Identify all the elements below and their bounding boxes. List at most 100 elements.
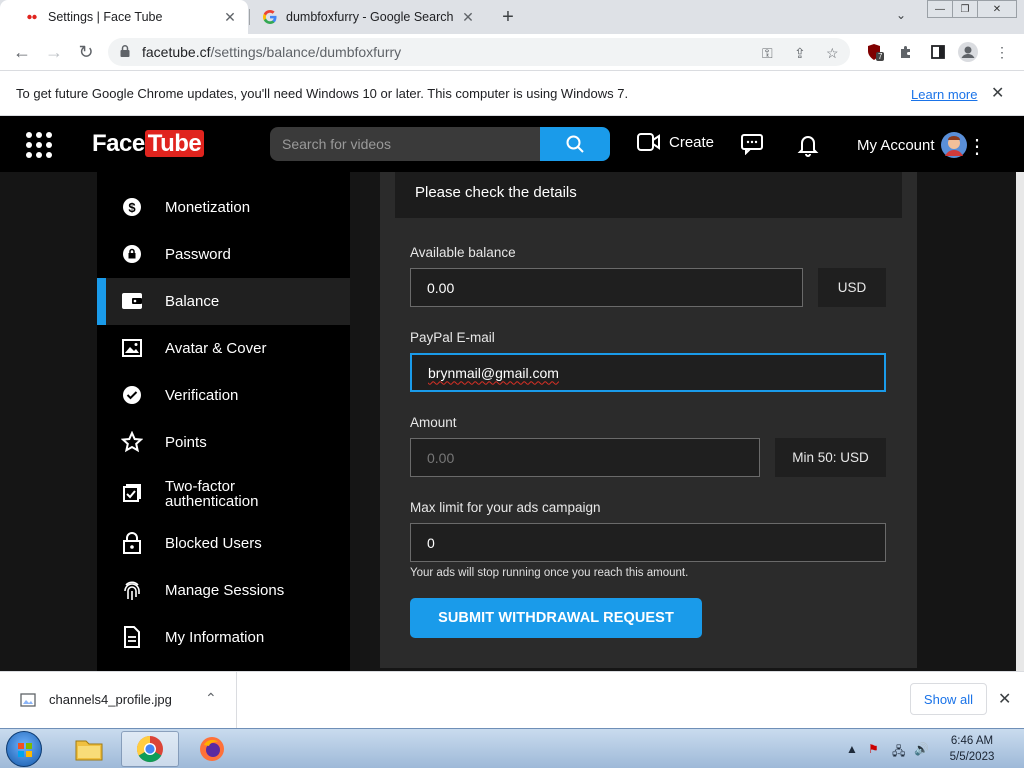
lock-icon — [121, 243, 143, 265]
balance-currency-addon: USD — [818, 268, 886, 307]
dollar-icon: $ — [121, 196, 143, 218]
new-tab-button[interactable]: + — [497, 6, 519, 28]
settings-page: $ Monetization Password Balance Avatar &… — [0, 172, 1024, 671]
firefox-icon — [200, 737, 224, 761]
video-camera-icon — [637, 133, 660, 151]
start-button[interactable] — [6, 731, 42, 767]
amount-min-addon: Min 50: USD — [775, 438, 886, 477]
action-center-flag-icon[interactable]: ⚑ — [868, 742, 879, 756]
infobar-message: To get future Google Chrome updates, you… — [16, 86, 629, 101]
max-limit-hint: Your ads will stop running once you reac… — [410, 567, 689, 579]
facetube-logo[interactable]: Face Tube — [92, 130, 205, 158]
close-infobar-icon[interactable]: ✕ — [991, 83, 1004, 103]
submit-withdrawal-button[interactable]: SUBMIT WITHDRAWAL REQUEST — [410, 598, 702, 638]
close-window-button[interactable]: ✕ — [977, 0, 1017, 18]
download-bar: channels4_profile.jpg ⌃ Show all ✕ — [0, 671, 1024, 728]
key-icon[interactable]: ⚿ — [762, 45, 773, 62]
page-scrollbar[interactable] — [1016, 172, 1024, 671]
update-infobar: To get future Google Chrome updates, you… — [0, 70, 1024, 116]
share-icon[interactable]: ⇪ — [794, 45, 806, 62]
tab-settings[interactable]: Settings | Face Tube ✕ — [0, 0, 248, 34]
available-balance-field[interactable]: 0.00 — [410, 268, 803, 307]
chevron-up-icon[interactable]: ⌃ — [205, 690, 217, 707]
sidebar-item-points[interactable]: Points — [97, 419, 350, 466]
clock-date: 5/5/2023 — [949, 751, 995, 763]
chrome-icon — [136, 735, 163, 763]
sidebar-item-password[interactable]: Password — [97, 231, 350, 278]
ublock-extension-icon[interactable]: 7 — [864, 42, 885, 62]
search-input[interactable] — [270, 127, 540, 161]
star-icon — [121, 431, 143, 453]
paypal-email-label: PayPal E-mail — [410, 330, 495, 345]
side-panel-icon[interactable] — [928, 42, 948, 62]
network-icon[interactable]: 🖧 — [892, 742, 905, 763]
search-button[interactable] — [540, 127, 610, 161]
sidebar-item-avatar-cover[interactable]: Avatar & Cover — [97, 325, 350, 372]
panel-header: Please check the details — [395, 172, 902, 218]
image-file-icon — [20, 693, 36, 707]
explorer-taskbar-button[interactable] — [60, 731, 118, 767]
forward-arrow-icon[interactable]: → — [44, 42, 64, 62]
show-hidden-icons-icon[interactable]: ▲ — [846, 742, 858, 756]
folder-icon — [75, 740, 103, 761]
restore-window-button[interactable]: ❐ — [952, 0, 978, 18]
max-limit-label: Max limit for your ads campaign — [410, 500, 601, 515]
volume-icon[interactable]: 🔊 — [914, 742, 929, 756]
messages-icon[interactable] — [740, 133, 764, 160]
sidebar-item-manage-sessions[interactable]: Manage Sessions — [97, 567, 350, 614]
withdrawal-form-panel: Please check the details Available balan… — [380, 172, 917, 668]
close-tab-icon[interactable]: ✕ — [458, 7, 478, 27]
wallet-icon — [121, 290, 143, 312]
more-options-icon[interactable]: ⋮ — [967, 134, 987, 159]
windows-taskbar: ▲ ⚑ 🖧 🔊 6:46 AM 5/5/2023 — [0, 728, 1024, 768]
profile-avatar-icon[interactable] — [958, 42, 978, 62]
tab-strip: Settings | Face Tube ✕ dumbfoxfurry - Go… — [0, 0, 1024, 34]
tab-google-search[interactable]: dumbfoxfurry - Google Search ✕ — [249, 0, 486, 34]
paypal-email-field[interactable]: brynmail@gmail.com — [410, 353, 886, 392]
notifications-bell-icon[interactable] — [797, 133, 819, 162]
amount-label: Amount — [410, 415, 457, 430]
tab-search-chevron-icon[interactable]: ⌄ — [896, 8, 906, 22]
amount-field[interactable]: 0.00 — [410, 438, 760, 477]
firefox-taskbar-button[interactable] — [183, 731, 241, 767]
apps-grid-icon[interactable] — [26, 132, 52, 158]
available-balance-label: Available balance — [410, 245, 516, 260]
svg-text:$: $ — [128, 200, 136, 215]
close-tab-icon[interactable]: ✕ — [220, 7, 240, 27]
windows-logo-icon — [18, 743, 32, 757]
system-clock[interactable]: 6:46 AM 5/5/2023 — [942, 733, 1002, 765]
show-all-button[interactable]: Show all — [910, 683, 987, 715]
sidebar-item-balance[interactable]: Balance — [97, 278, 350, 325]
close-download-bar-icon[interactable]: ✕ — [998, 689, 1011, 709]
lock-icon — [120, 45, 130, 57]
sidebar-item-monetization[interactable]: $ Monetization — [97, 184, 350, 231]
chrome-menu-icon[interactable]: ⋮ — [992, 42, 1012, 62]
bookmark-star-icon[interactable]: ☆ — [826, 45, 839, 62]
learn-more-link[interactable]: Learn more — [911, 87, 977, 102]
reload-icon[interactable]: ↻ — [76, 42, 96, 62]
tab-title: Settings | Face Tube — [48, 10, 163, 24]
minimize-window-button[interactable]: — — [927, 0, 953, 18]
extensions-puzzle-icon[interactable] — [896, 42, 916, 62]
sidebar-item-my-information[interactable]: My Information — [97, 614, 350, 661]
my-account-button[interactable]: My Account — [857, 132, 967, 158]
clock-time: 6:46 AM — [950, 735, 994, 747]
sidebar-item-two-factor[interactable]: Two-factor authentication — [97, 470, 350, 517]
create-button[interactable]: Create — [637, 132, 714, 152]
site-header: FaceTube Create My Account ⋮ — [0, 116, 1024, 172]
download-filename: channels4_profile.jpg — [49, 692, 172, 707]
document-icon — [121, 626, 143, 648]
search-icon — [566, 135, 584, 153]
download-item[interactable]: channels4_profile.jpg ⌃ — [0, 672, 237, 728]
sidebar-item-blocked-users[interactable]: Blocked Users — [97, 520, 350, 567]
shield-check-icon — [121, 482, 143, 504]
back-arrow-icon[interactable]: ← — [12, 42, 32, 62]
site-search — [270, 127, 610, 161]
max-limit-field[interactable]: 0 — [410, 523, 886, 562]
chrome-taskbar-button[interactable] — [121, 731, 179, 767]
extension-badge: 7 — [876, 52, 885, 61]
tab-title: dumbfoxfurry - Google Search — [286, 10, 454, 24]
fingerprint-icon — [121, 579, 143, 601]
sidebar-item-verification[interactable]: Verification — [97, 372, 350, 419]
address-bar[interactable]: facetube.cf/settings/balance/dumbfoxfurr… — [108, 38, 850, 66]
